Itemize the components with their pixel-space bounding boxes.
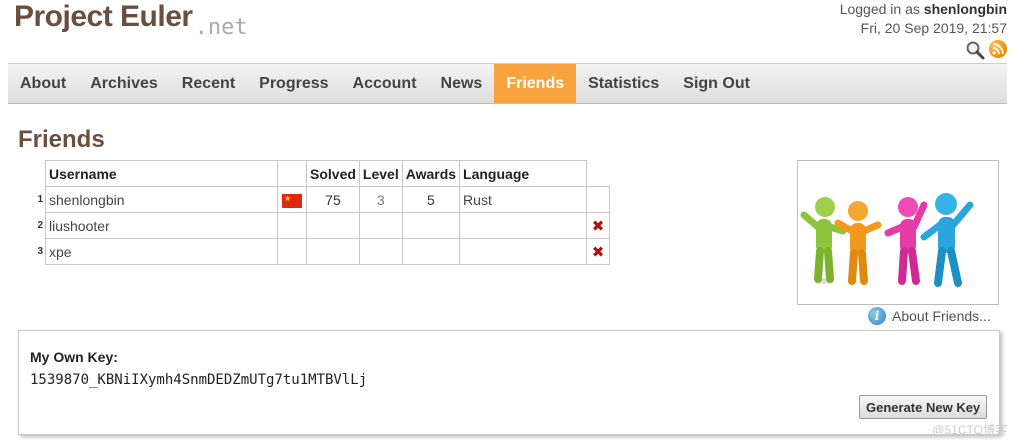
header-icons <box>965 40 1007 60</box>
info-icon: i <box>868 307 886 325</box>
level-cell <box>358 212 403 239</box>
delete-friend-icon[interactable]: ✖ <box>592 244 605 261</box>
nav-sign-out[interactable]: Sign Out <box>671 64 762 103</box>
my-key-panel: My Own Key: 1539870_KBNiIXymh4SnmDEDZmUT… <box>18 330 1000 435</box>
delete-cell: ✖ <box>586 238 611 265</box>
friend-username[interactable]: shenlongbin <box>45 186 278 213</box>
logged-in-prefix: Logged in as <box>839 1 924 17</box>
main-nav: About Archives Recent Progress Account N… <box>8 63 1007 104</box>
solved-cell <box>306 212 360 239</box>
solved-cell <box>306 238 360 265</box>
awards-cell <box>401 238 461 265</box>
delete-cell <box>586 186 611 213</box>
green-figure <box>800 197 847 284</box>
username-label[interactable]: shenlongbin <box>924 1 1007 17</box>
header-language: Language <box>459 160 588 187</box>
friends-illustration <box>797 160 999 305</box>
generate-new-key-button[interactable]: Generate New Key <box>859 395 988 419</box>
awards-cell: 5 <box>401 186 461 213</box>
my-key-label: My Own Key: <box>30 349 118 365</box>
search-icon[interactable] <box>965 40 985 60</box>
delete-cell: ✖ <box>586 212 611 239</box>
friends-table: Username Solved Level Awards Language 1 … <box>30 160 611 265</box>
language-cell <box>459 238 588 265</box>
language-cell <box>459 212 588 239</box>
nav-friends[interactable]: Friends <box>494 64 577 103</box>
nav-progress[interactable]: Progress <box>247 64 340 103</box>
logo-suffix: .net <box>194 15 248 40</box>
nav-about[interactable]: About <box>8 64 78 103</box>
table-row: 1 shenlongbin 75 3 5 Rust <box>30 186 611 213</box>
table-row: 2 liushooter ✖ <box>30 212 611 239</box>
about-friends-link[interactable]: i About Friends... <box>868 307 991 325</box>
header-level: Level <box>358 160 403 187</box>
awards-cell <box>401 212 461 239</box>
friend-username[interactable]: liushooter <box>45 212 278 239</box>
rank-header <box>30 161 46 187</box>
header-awards: Awards <box>401 160 461 187</box>
nav-archives[interactable]: Archives <box>78 64 170 103</box>
orange-figure <box>834 201 882 285</box>
nav-recent[interactable]: Recent <box>170 64 247 103</box>
my-key-value: 1539870_KBNiIXymh4SnmDEDZmUTg7tu1MTBVlLj <box>30 372 368 388</box>
header-solved: Solved <box>306 160 360 187</box>
table-header-row: Username Solved Level Awards Language <box>30 160 610 187</box>
rss-icon[interactable] <box>989 40 1007 58</box>
table-row: 3 xpe ✖ <box>30 238 611 265</box>
flag-cell <box>277 212 307 239</box>
about-friends-label[interactable]: About Friends... <box>892 308 991 324</box>
header-username: Username <box>45 160 278 187</box>
solved-cell: 75 <box>306 186 360 213</box>
row-rank: 3 <box>37 246 43 257</box>
flag-cell <box>277 238 307 265</box>
watermark: @51CTO博客 <box>932 423 1007 437</box>
level-cell: 3 <box>358 186 403 213</box>
pink-figure <box>884 197 928 285</box>
flag-cell <box>277 186 307 213</box>
nav-statistics[interactable]: Statistics <box>576 64 671 103</box>
china-flag-icon <box>282 193 302 208</box>
user-info: Logged in as shenlongbin Fri, 20 Sep 201… <box>840 0 1007 38</box>
delete-friend-icon[interactable]: ✖ <box>592 218 605 235</box>
friend-username[interactable]: xpe <box>45 238 278 265</box>
site-logo[interactable]: Project Euler.net <box>14 0 248 40</box>
logged-in-line: Logged in as shenlongbin <box>840 0 1007 19</box>
nav-account[interactable]: Account <box>341 64 429 103</box>
header-flag <box>277 160 307 187</box>
nav-news[interactable]: News <box>429 64 495 103</box>
logo-title: Project Euler <box>14 0 193 33</box>
row-rank: 2 <box>37 220 43 231</box>
page-title: Friends <box>18 126 105 153</box>
blue-figure <box>920 193 974 287</box>
language-cell: Rust <box>459 186 588 213</box>
row-rank: 1 <box>37 194 43 205</box>
datetime-label: Fri, 20 Sep 2019, 21:57 <box>860 20 1007 36</box>
level-cell <box>358 238 403 265</box>
